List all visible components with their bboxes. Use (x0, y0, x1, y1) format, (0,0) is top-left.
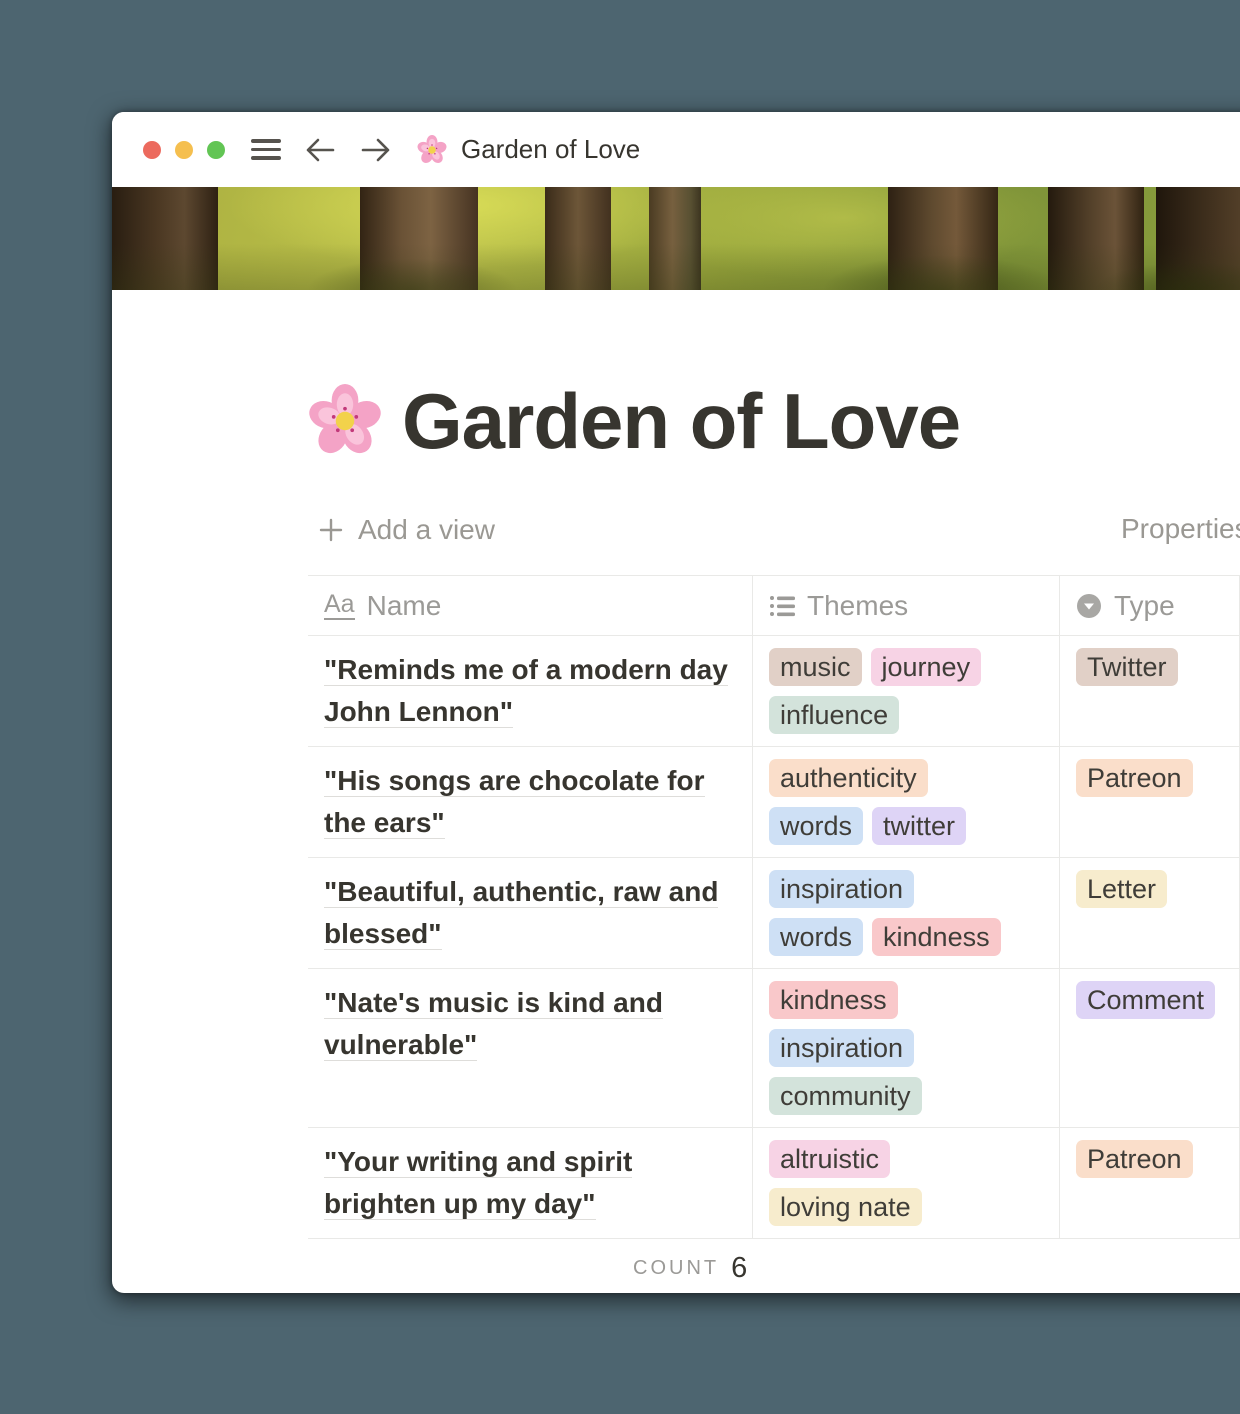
theme-tag[interactable]: inspiration (769, 1029, 914, 1067)
type-tag[interactable]: Twitter (1076, 648, 1178, 686)
name-cell[interactable]: "His songs are chocolate for the ears" (308, 747, 753, 857)
app-window: Garden of Love (112, 112, 1240, 1293)
name-cell[interactable]: "Your writing and spirit brighten up my … (308, 1128, 753, 1238)
column-header-themes[interactable]: Themes (753, 576, 1060, 635)
name-cell[interactable]: "Beautiful, authentic, raw and blessed" (308, 858, 753, 968)
theme-tag[interactable]: kindness (769, 981, 898, 1019)
table-row: "Your writing and spirit brighten up my … (308, 1128, 1240, 1239)
count-footer[interactable]: COUNT 6 (308, 1239, 1240, 1293)
minimize-button[interactable] (175, 141, 193, 159)
multi-select-icon (769, 594, 795, 618)
page-title[interactable]: Garden of Love (402, 376, 960, 467)
themes-cell[interactable]: altruistic loving nate (753, 1128, 1060, 1238)
table-row: "His songs are chocolate for the ears" a… (308, 747, 1240, 858)
row-title[interactable]: "Your writing and spirit brighten up my … (324, 1146, 632, 1220)
name-cell[interactable]: "Nate's music is kind and vulnerable" (308, 969, 753, 1127)
database-table: Aa Name Themes (308, 575, 1240, 1293)
theme-tag[interactable]: authenticity (769, 759, 928, 797)
column-label: Type (1114, 590, 1175, 622)
titlebar: Garden of Love (112, 112, 1240, 187)
close-button[interactable] (143, 141, 161, 159)
theme-tag[interactable]: twitter (872, 807, 966, 845)
column-header-type[interactable]: Type (1060, 576, 1240, 635)
add-view-button[interactable]: Add a view (318, 514, 495, 546)
count-label: COUNT (633, 1257, 719, 1280)
row-title[interactable]: "Reminds me of a modern day John Lennon" (324, 654, 728, 728)
themes-cell[interactable]: musicjourney influence (753, 636, 1060, 746)
theme-tag[interactable]: music (769, 648, 862, 686)
cherry-blossom-icon (308, 384, 382, 458)
theme-tag[interactable]: altruistic (769, 1140, 890, 1178)
menu-icon[interactable] (251, 139, 281, 160)
cherry-blossom-icon (417, 135, 447, 165)
themes-cell[interactable]: authenticity wordstwitter (753, 747, 1060, 857)
row-title[interactable]: "Beautiful, authentic, raw and blessed" (324, 876, 718, 950)
theme-tag[interactable]: community (769, 1077, 922, 1115)
row-title[interactable]: "His songs are chocolate for the ears" (324, 765, 705, 839)
type-cell[interactable]: Letter (1060, 858, 1240, 968)
view-toolbar: Add a view Properties (112, 506, 1240, 553)
traffic-lights (143, 141, 225, 159)
theme-tag[interactable]: kindness (872, 918, 1001, 956)
type-tag[interactable]: Patreon (1076, 1140, 1193, 1178)
add-view-label: Add a view (358, 514, 495, 546)
themes-cell[interactable]: kindness inspiration community (753, 969, 1060, 1127)
type-tag[interactable]: Comment (1076, 981, 1215, 1019)
column-label: Themes (807, 590, 908, 622)
type-cell[interactable]: Patreon (1060, 1128, 1240, 1238)
row-title[interactable]: "Nate's music is kind and vulnerable" (324, 987, 663, 1061)
theme-tag[interactable]: influence (769, 696, 899, 734)
themes-cell[interactable]: inspiration wordskindness (753, 858, 1060, 968)
cover-image (112, 187, 1240, 290)
select-icon (1076, 593, 1102, 619)
type-tag[interactable]: Letter (1076, 870, 1167, 908)
column-header-name[interactable]: Aa Name (308, 576, 753, 635)
theme-tag[interactable]: loving nate (769, 1188, 922, 1226)
plus-icon (318, 517, 344, 543)
table-header-row: Aa Name Themes (308, 575, 1240, 636)
forward-arrow-icon[interactable] (359, 135, 393, 165)
window-title: Garden of Love (461, 134, 640, 165)
type-tag[interactable]: Patreon (1076, 759, 1193, 797)
theme-tag[interactable]: journey (871, 648, 982, 686)
theme-tag[interactable]: words (769, 807, 863, 845)
table-row: "Beautiful, authentic, raw and blessed" … (308, 858, 1240, 969)
table-row: "Reminds me of a modern day John Lennon"… (308, 636, 1240, 747)
theme-tag[interactable]: words (769, 918, 863, 956)
table-row: "Nate's music is kind and vulnerable" ki… (308, 969, 1240, 1128)
back-arrow-icon[interactable] (303, 135, 337, 165)
type-cell[interactable]: Patreon (1060, 747, 1240, 857)
page-header: Garden of Love (308, 381, 1240, 461)
count-value: 6 (731, 1252, 747, 1285)
zoom-button[interactable] (207, 141, 225, 159)
name-cell[interactable]: "Reminds me of a modern day John Lennon" (308, 636, 753, 746)
title-property-icon: Aa (324, 591, 355, 619)
theme-tag[interactable]: inspiration (769, 870, 914, 908)
properties-button[interactable]: Properties (1121, 513, 1240, 545)
column-label: Name (367, 590, 442, 622)
type-cell[interactable]: Twitter (1060, 636, 1240, 746)
type-cell[interactable]: Comment (1060, 969, 1240, 1127)
